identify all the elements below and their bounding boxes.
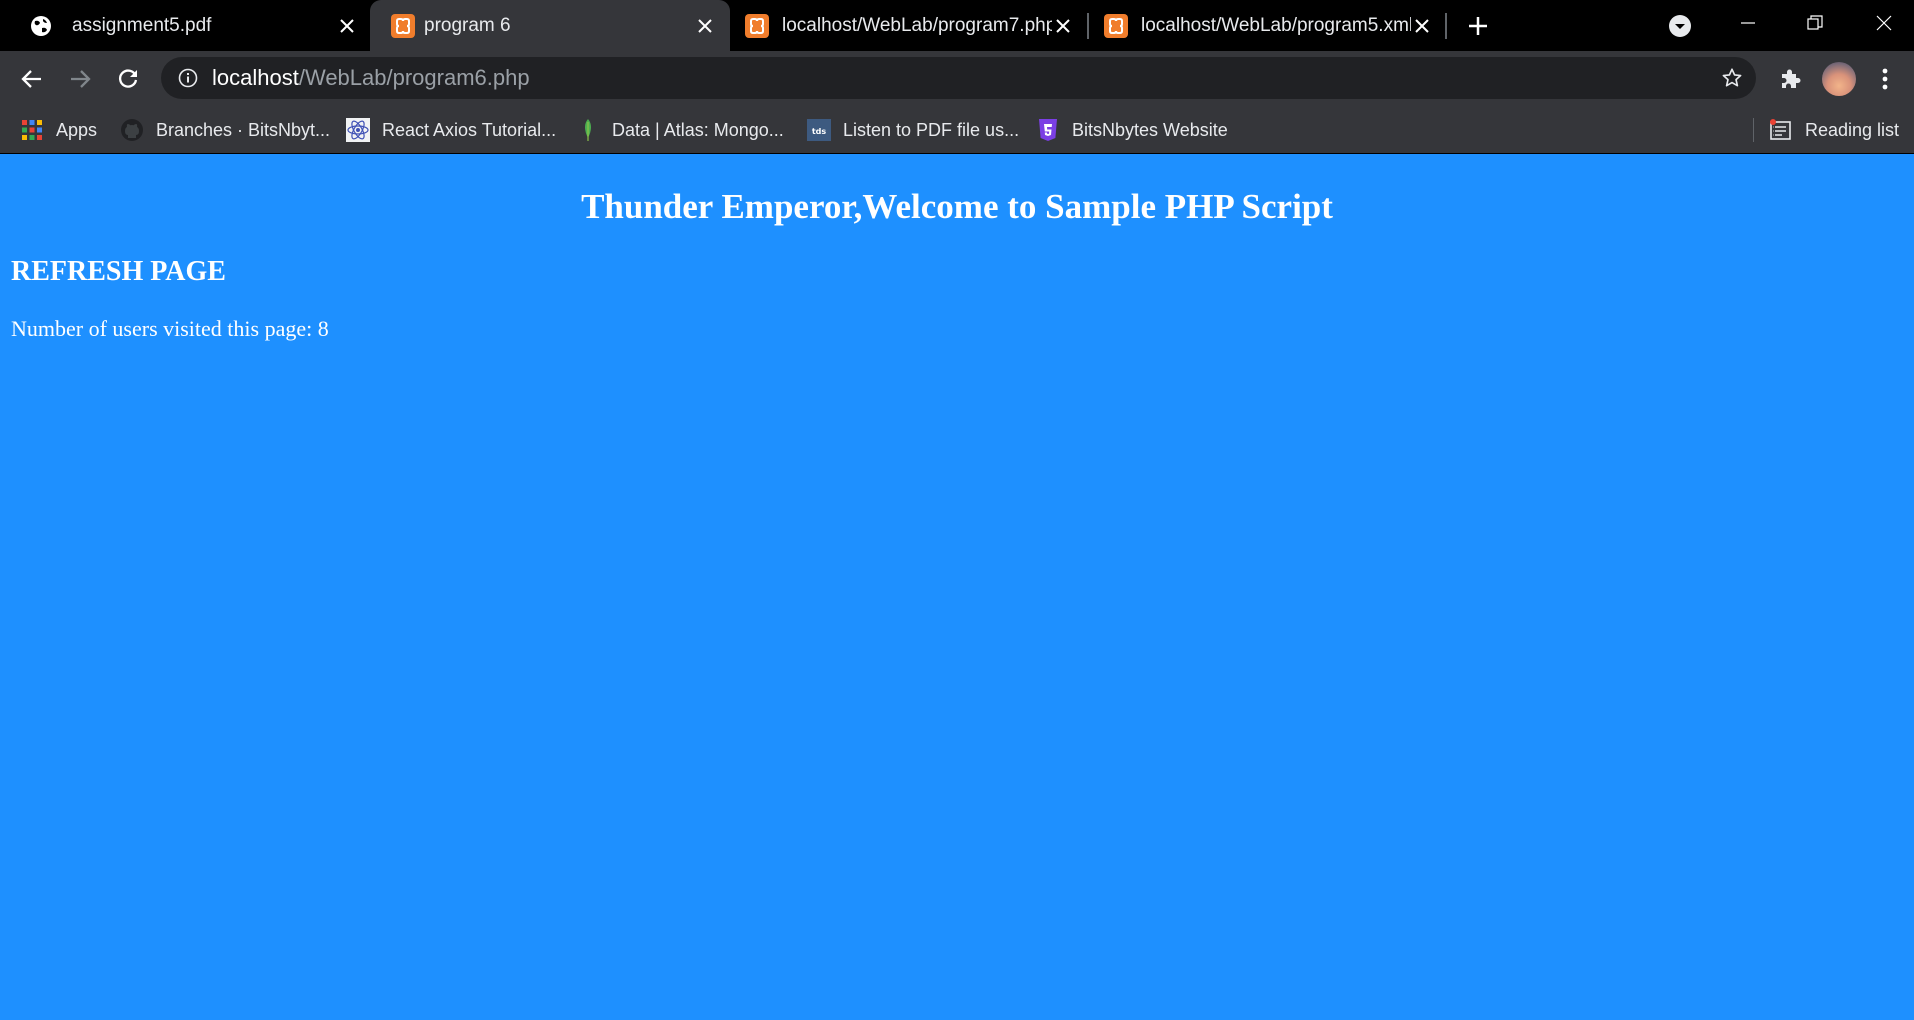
restore-button[interactable] [1795, 8, 1835, 38]
arrow-right-icon [71, 70, 91, 88]
browser-toolbar: localhost/WebLab/program6.php [0, 51, 1914, 106]
bookmark-label: BitsNbytes Website [1072, 119, 1228, 140]
xampp-icon [390, 13, 416, 39]
reading-list-button[interactable]: Reading list [1769, 117, 1899, 143]
xampp-icon [1103, 13, 1129, 39]
plus-icon [1469, 17, 1487, 35]
kebab-menu-icon [1882, 68, 1888, 90]
profile-avatar[interactable] [1822, 62, 1856, 96]
arrow-left-icon [21, 70, 41, 88]
url-text[interactable]: localhost/WebLab/program6.php [212, 66, 530, 90]
reading-list-label: Reading list [1805, 119, 1900, 140]
page-content: Thunder Emperor,Welcome to Sample PHP Sc… [0, 155, 1914, 1020]
reading-list-icon [1769, 118, 1793, 142]
tab-assignment5[interactable]: assignment5.pdf [8, 0, 364, 51]
address-bar[interactable]: localhost/WebLab/program6.php [161, 57, 1756, 99]
bookmark-bitsnbytes[interactable]: BitsNbytes Website [1036, 117, 1228, 143]
minimize-button[interactable] [1728, 8, 1768, 38]
tab-program-6[interactable]: program 6 [370, 0, 730, 51]
bookmark-listen-pdf[interactable]: tds Listen to PDF file us... [807, 117, 1019, 143]
reload-icon [119, 69, 138, 88]
close-tab-icon[interactable] [334, 13, 360, 39]
url-host: localhost [212, 65, 299, 90]
bookmark-react-axios[interactable]: React Axios Tutorial... [346, 117, 556, 143]
bookmark-star-icon[interactable] [1720, 66, 1744, 90]
forward-button[interactable] [62, 61, 98, 97]
bookmark-label: Data | Atlas: Mongo... [612, 119, 784, 140]
bookmark-apps[interactable]: Apps [20, 117, 97, 143]
tds-icon: tds [807, 118, 831, 142]
bookmark-mongodb-atlas[interactable]: Data | Atlas: Mongo... [576, 117, 784, 143]
tab-title: localhost/WebLab/program7.php [782, 15, 1052, 36]
new-tab-button[interactable] [1462, 11, 1494, 41]
close-icon [1876, 15, 1892, 31]
bookmark-label: Apps [56, 119, 98, 140]
html5-icon [1036, 118, 1060, 142]
close-tab-icon[interactable] [1409, 13, 1435, 39]
tab-separator [1445, 13, 1447, 39]
chevron-down-circle-icon [1669, 15, 1691, 37]
bookmarks-separator [1753, 118, 1754, 142]
tds-badge-text: tds [812, 127, 827, 136]
menu-button[interactable] [1870, 62, 1900, 96]
back-button[interactable] [14, 61, 50, 97]
visitor-count-text: Number of users visited this page: 8 [11, 316, 329, 341]
restore-icon [1807, 15, 1823, 30]
bookmarks-bar: Apps Branches · BitsNbyt... React Axios … [0, 106, 1914, 154]
close-window-button[interactable] [1864, 8, 1904, 38]
tab-program7[interactable]: localhost/WebLab/program7.php [730, 0, 1088, 51]
react-icon [346, 118, 370, 142]
mongodb-leaf-icon [576, 118, 600, 142]
close-tab-icon[interactable] [1050, 13, 1076, 39]
tab-strip: assignment5.pdf program 6 localhost/WebL… [0, 0, 1914, 51]
minimize-icon [1741, 22, 1755, 24]
xampp-icon [744, 13, 770, 39]
url-path: /WebLab/program6.php [298, 65, 530, 90]
puzzle-icon [1782, 69, 1801, 88]
reload-button[interactable] [110, 61, 146, 97]
bookmark-branches[interactable]: Branches · BitsNbyt... [120, 117, 330, 143]
page-heading: Thunder Emperor,Welcome to Sample PHP Sc… [581, 187, 1333, 226]
tab-title: localhost/WebLab/program5.xml [1141, 15, 1411, 36]
bookmark-label: Branches · BitsNbyt... [156, 119, 331, 140]
tab-title: assignment5.pdf [72, 15, 212, 36]
tab-search-button[interactable] [1665, 12, 1695, 40]
close-tab-icon[interactable] [692, 13, 718, 39]
apps-grid-icon [20, 118, 44, 142]
github-icon [120, 118, 144, 142]
extensions-button[interactable] [1773, 62, 1807, 96]
bookmark-label: Listen to PDF file us... [843, 119, 1020, 140]
bookmark-label: React Axios Tutorial... [382, 119, 557, 140]
tab-program5[interactable]: localhost/WebLab/program5.xml [1089, 0, 1447, 51]
tab-title: program 6 [424, 15, 511, 36]
globe-icon [28, 13, 54, 39]
refresh-heading: REFRESH PAGE [11, 256, 226, 287]
info-icon[interactable] [177, 67, 199, 89]
